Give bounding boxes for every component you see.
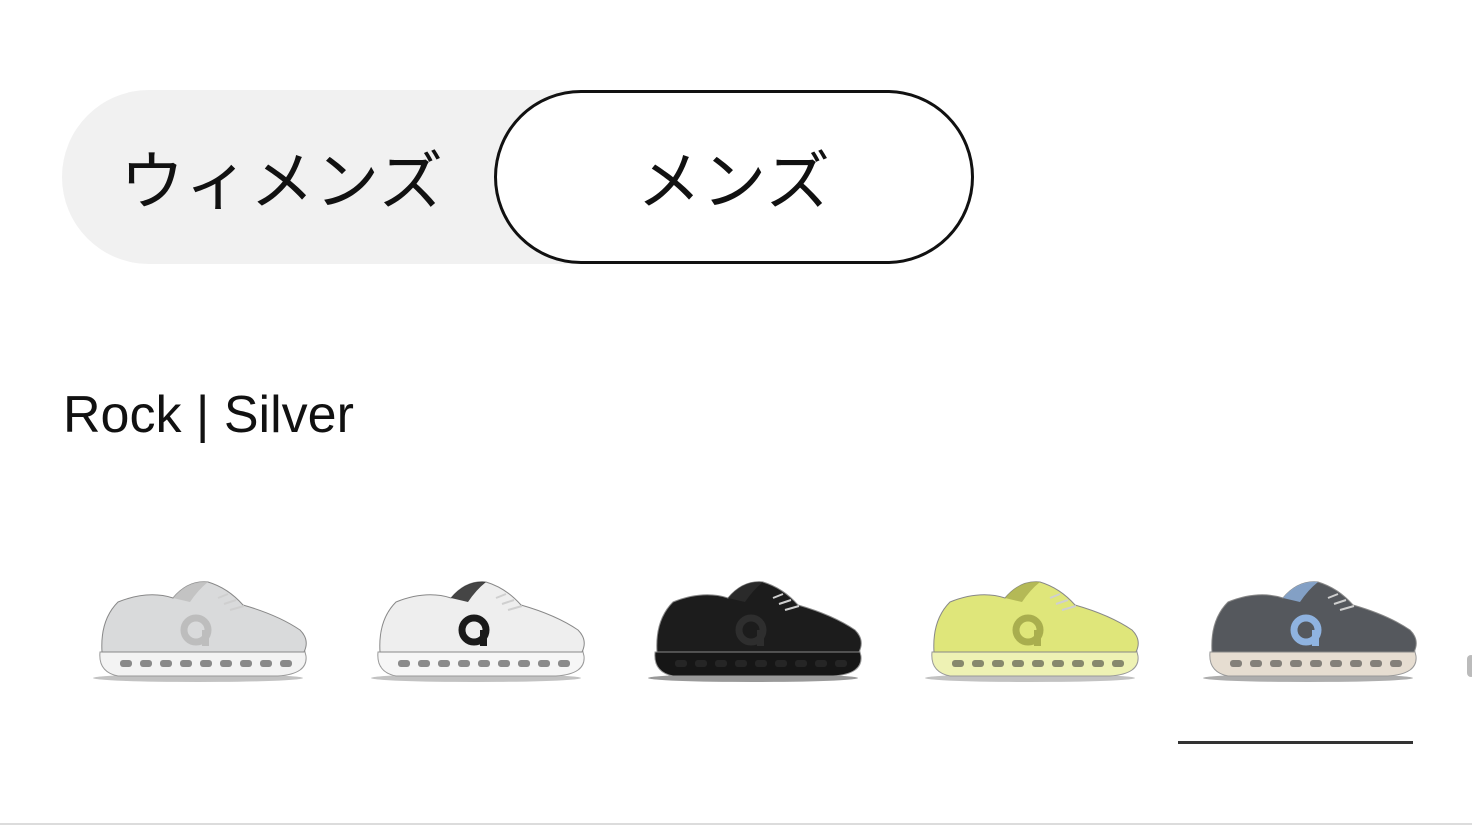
next-swatch-peek bbox=[1467, 655, 1472, 677]
shoe-image bbox=[1203, 581, 1417, 682]
selected-color-name: Rock | Silver bbox=[63, 386, 354, 444]
tab-womens[interactable]: ウィメンズ bbox=[62, 90, 502, 264]
shoe-image bbox=[648, 581, 862, 682]
color-swatch[interactable] bbox=[78, 560, 318, 710]
color-swatch[interactable] bbox=[633, 560, 873, 710]
divider bbox=[0, 823, 1472, 825]
gender-toggle: ウィメンズ メンズ bbox=[62, 90, 974, 264]
color-swatch[interactable] bbox=[910, 560, 1150, 710]
color-swatch-list bbox=[60, 560, 1472, 760]
color-swatch[interactable] bbox=[356, 560, 596, 710]
color-swatch[interactable] bbox=[1188, 560, 1428, 710]
selected-swatch-indicator bbox=[1178, 741, 1413, 744]
shoe-image bbox=[925, 581, 1139, 682]
shoe-image bbox=[371, 581, 585, 682]
tab-mens[interactable]: メンズ bbox=[494, 90, 974, 264]
shoe-image bbox=[93, 581, 307, 682]
